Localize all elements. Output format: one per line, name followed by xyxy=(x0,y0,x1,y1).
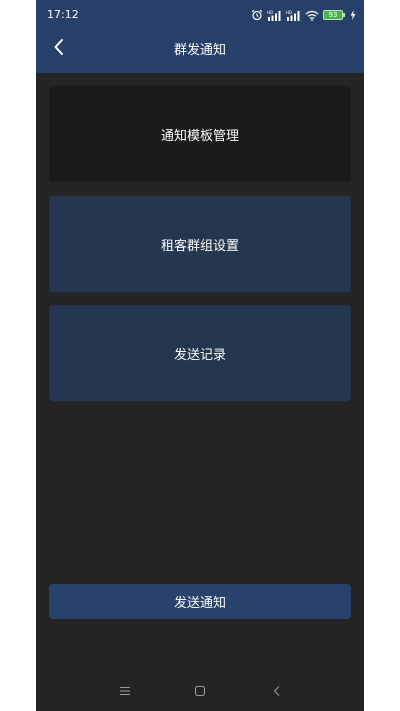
app-screen: 17:12 HD HD 93 群发通知 通知模板管理 租客群组设置 发送记录 发… xyxy=(36,0,364,711)
tenant-group-card[interactable]: 租客群组设置 xyxy=(49,196,351,292)
back-icon[interactable] xyxy=(268,682,286,700)
card-label: 租客群组设置 xyxy=(160,238,239,254)
notice-template-card[interactable]: 通知模板管理 xyxy=(49,86,351,182)
card-label: 发送记录 xyxy=(173,347,226,363)
page-title: 群发通知 xyxy=(173,43,226,58)
charging-icon xyxy=(350,10,356,20)
wifi-icon xyxy=(305,10,319,21)
svg-text:HD: HD xyxy=(267,10,273,15)
home-icon[interactable] xyxy=(191,682,209,700)
send-record-card[interactable]: 发送记录 xyxy=(49,305,351,401)
alarm-icon xyxy=(251,9,263,21)
header: 17:12 HD HD 93 群发通知 xyxy=(36,0,364,73)
signal-hd-icon: HD xyxy=(267,10,282,21)
navigation-bar: 群发通知 xyxy=(36,28,364,73)
button-label: 发送通知 xyxy=(173,596,226,611)
card-label: 通知模板管理 xyxy=(160,128,239,144)
svg-text:HD: HD xyxy=(286,10,292,15)
signal-icon: HD xyxy=(286,10,301,21)
status-time: 17:12 xyxy=(47,8,79,21)
status-bar: 17:12 HD HD 93 xyxy=(36,0,364,28)
send-notice-button[interactable]: 发送通知 xyxy=(49,584,351,619)
battery-icon: 93 xyxy=(323,10,345,20)
status-icons: HD HD 93 xyxy=(251,7,356,23)
menu-icon[interactable] xyxy=(116,682,134,700)
system-navigation xyxy=(36,676,364,706)
